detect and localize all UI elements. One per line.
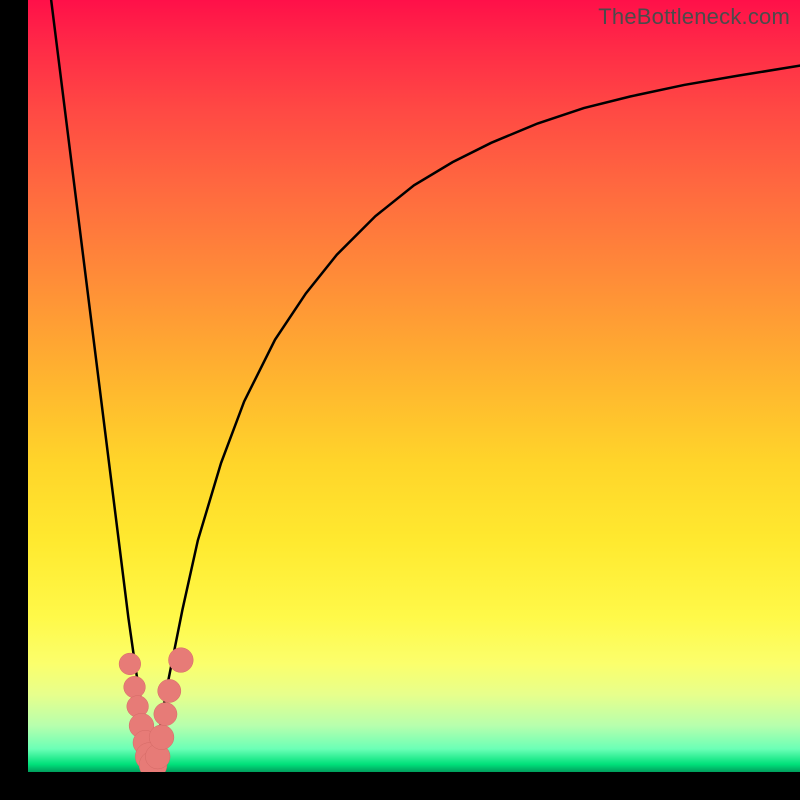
attribution-watermark: TheBottleneck.com — [598, 4, 790, 30]
data-marker — [154, 703, 177, 726]
data-marker — [124, 676, 146, 698]
data-marker — [149, 725, 174, 750]
data-marker — [158, 679, 181, 702]
curve-right-branch — [152, 66, 800, 772]
data-markers — [119, 648, 193, 772]
data-marker — [169, 648, 194, 673]
plot-area: TheBottleneck.com — [28, 0, 800, 772]
curve-layer — [28, 0, 800, 772]
data-marker — [119, 653, 141, 675]
chart-frame: TheBottleneck.com — [0, 0, 800, 800]
